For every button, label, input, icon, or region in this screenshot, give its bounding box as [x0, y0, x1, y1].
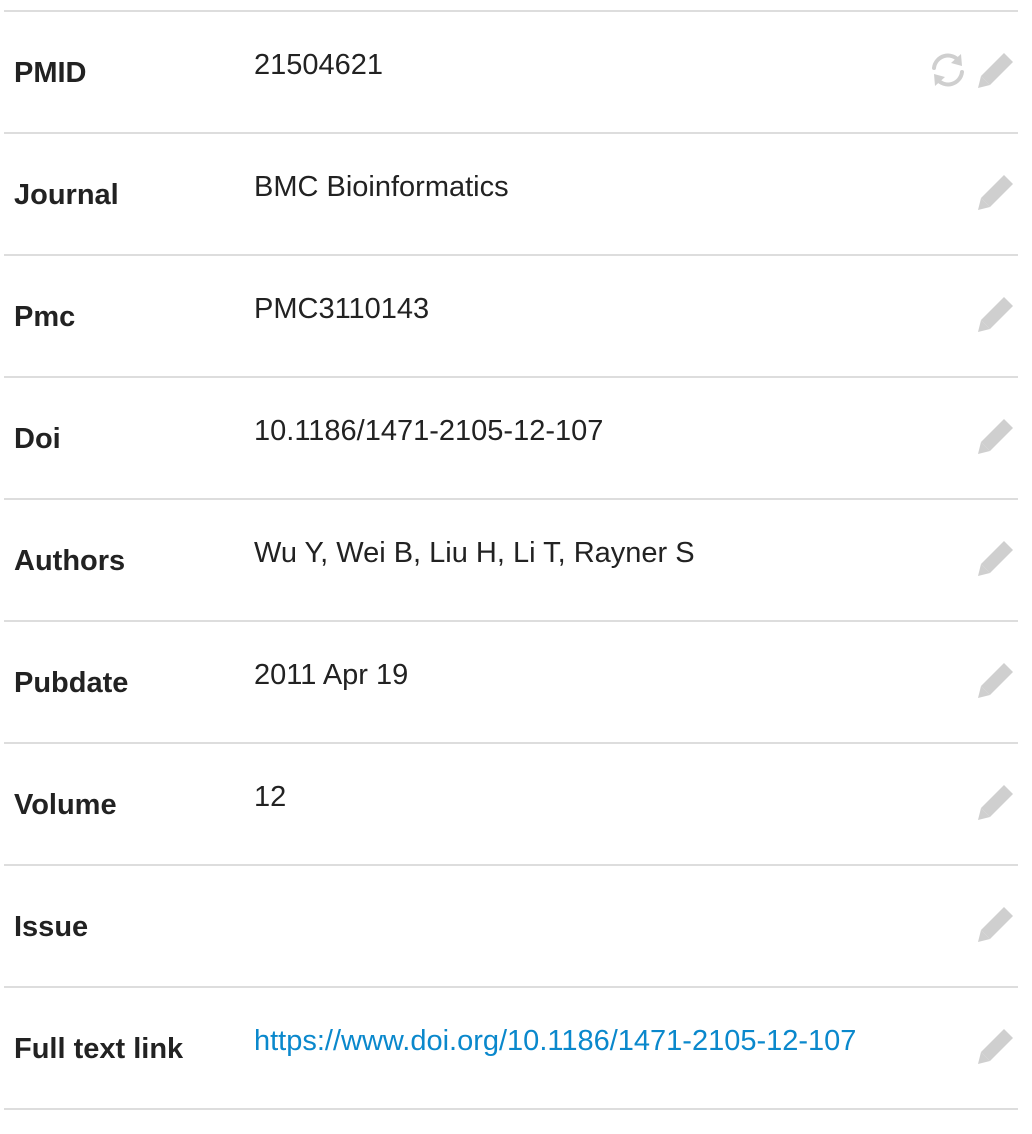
field-value: 2011 Apr 19	[254, 659, 409, 691]
edit-button[interactable]	[974, 170, 1018, 214]
pencil-icon	[978, 663, 1013, 698]
field-row-volume: Volume 12	[4, 742, 1018, 864]
field-value: 12	[254, 781, 287, 813]
edit-button[interactable]	[974, 536, 1018, 580]
field-value: BMC Bioinformatics	[254, 171, 509, 203]
field-label: Full text link	[14, 1033, 184, 1065]
edit-button[interactable]	[974, 414, 1018, 458]
field-row-pubdate: Pubdate 2011 Apr 19	[4, 620, 1018, 742]
pencil-icon	[978, 907, 1013, 942]
field-row-full-text-link: Full text link https://www.doi.org/10.11…	[4, 986, 1018, 1110]
row-actions	[974, 414, 1018, 458]
refresh-icon[interactable]	[926, 48, 970, 92]
field-value: Wu Y, Wei B, Liu H, Li T, Rayner S	[254, 537, 695, 569]
field-value: PMC3110143	[254, 293, 430, 325]
edit-button[interactable]	[974, 48, 1018, 92]
field-label: Journal	[14, 179, 119, 211]
field-row-authors: Authors Wu Y, Wei B, Liu H, Li T, Rayner…	[4, 498, 1018, 620]
field-row-issue: Issue	[4, 864, 1018, 986]
pencil-icon	[978, 785, 1013, 820]
row-actions	[974, 292, 1018, 336]
field-label: Doi	[14, 423, 61, 455]
field-row-pmid: PMID 21504621	[4, 10, 1018, 132]
field-row-pmc: Pmc PMC3110143	[4, 254, 1018, 376]
pencil-icon	[978, 1029, 1013, 1064]
pencil-icon	[978, 419, 1013, 454]
field-label: Issue	[14, 911, 89, 943]
row-actions	[974, 170, 1018, 214]
edit-button[interactable]	[974, 292, 1018, 336]
metadata-table: PMID 21504621 Journal BMC Bioinformatics	[0, 10, 1032, 1110]
field-value: 10.1186/1471-2105-12-107	[254, 415, 604, 447]
pencil-icon	[978, 53, 1013, 88]
row-actions	[974, 1024, 1018, 1068]
row-actions	[926, 48, 1018, 92]
row-actions	[974, 902, 1018, 946]
row-actions	[974, 536, 1018, 580]
field-label: Pmc	[14, 301, 76, 333]
row-actions	[974, 658, 1018, 702]
field-row-journal: Journal BMC Bioinformatics	[4, 132, 1018, 254]
field-label: Authors	[14, 545, 126, 577]
field-label: PMID	[14, 57, 87, 89]
row-actions	[974, 780, 1018, 824]
field-value: 21504621	[254, 49, 384, 81]
edit-button[interactable]	[974, 780, 1018, 824]
field-label: Pubdate	[14, 667, 129, 699]
edit-button[interactable]	[974, 658, 1018, 702]
pencil-icon	[978, 541, 1013, 576]
pencil-icon	[978, 297, 1013, 332]
edit-button[interactable]	[974, 902, 1018, 946]
pencil-icon	[978, 175, 1013, 210]
field-label: Volume	[14, 789, 117, 821]
edit-button[interactable]	[974, 1024, 1018, 1068]
field-row-doi: Doi 10.1186/1471-2105-12-107	[4, 376, 1018, 498]
full-text-link[interactable]: https://www.doi.org/10.1186/1471-2105-12…	[254, 1024, 856, 1058]
